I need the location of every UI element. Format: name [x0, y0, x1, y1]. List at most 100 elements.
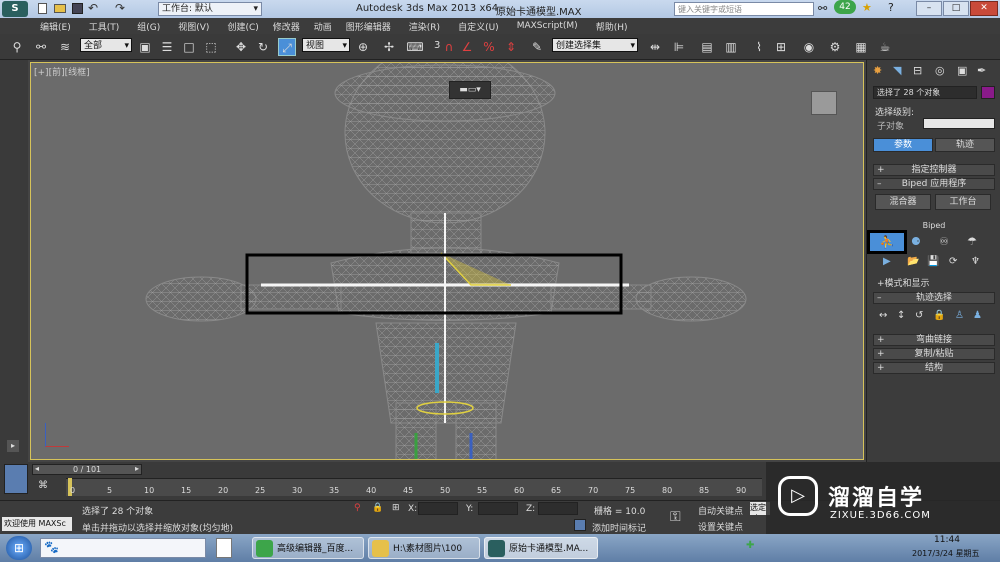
utilities-tab-icon[interactable]: ✒	[977, 64, 986, 77]
menu-edit[interactable]: 编辑(E)	[26, 20, 71, 33]
viewport-nav-widget[interactable]: ▬▭▾	[449, 81, 491, 99]
key-icon[interactable]: ⚿	[670, 509, 681, 525]
task-explorer[interactable]: H:\素材图片\100	[368, 537, 480, 559]
select-by-name-icon[interactable]: ☰	[158, 38, 176, 56]
tab-params[interactable]: 参数	[873, 138, 933, 152]
motion-tab-icon[interactable]: ◎	[935, 64, 945, 77]
figure-mode-button[interactable]: ⛹	[867, 230, 907, 254]
schematic-view-icon[interactable]: ⊞	[772, 38, 790, 56]
motion-flow-icon[interactable]: ♾	[939, 235, 949, 248]
set-key-button[interactable]: 设置关键点	[698, 520, 743, 533]
clock-date[interactable]: 2017/3/24 星期五	[912, 548, 980, 559]
named-selection-dropdown[interactable]: 创建选择集	[552, 38, 638, 53]
layer-manager-icon[interactable]: ▤	[698, 38, 716, 56]
object-color-swatch[interactable]	[981, 86, 995, 99]
window-crossing-icon[interactable]: ⬚	[202, 38, 220, 56]
render-setup-icon[interactable]: ⚙	[826, 38, 844, 56]
percent-snap-icon[interactable]: %	[480, 38, 498, 56]
menu-tools[interactable]: 工具(T)	[71, 20, 120, 33]
reference-coord-dropdown[interactable]: 视图	[302, 38, 350, 53]
time-slider[interactable]: ◂ 0 / 101 ▸	[32, 464, 142, 475]
search-input[interactable]: 键入关键字或短语	[674, 2, 814, 16]
redo-icon[interactable]: ↷	[115, 1, 125, 15]
hierarchy-tab-icon[interactable]: ⊟	[913, 64, 922, 77]
pinned-doc-icon[interactable]	[216, 538, 232, 558]
rollout-copy-paste[interactable]: + 复制/粘贴	[873, 348, 995, 360]
menu-rendering[interactable]: 渲染(R)	[391, 20, 440, 33]
maximize-button[interactable]: □	[943, 1, 969, 16]
auto-key-button[interactable]: 自动关键点	[698, 504, 743, 517]
keyboard-shortcut-icon[interactable]: ⌨	[406, 38, 424, 56]
edit-named-selection-icon[interactable]: ✎	[528, 38, 546, 56]
selection-filter-dropdown[interactable]: 全部	[80, 38, 132, 53]
mixer-button[interactable]: 混合器	[875, 194, 931, 210]
task-3dsmax[interactable]: 原始卡通模型.MA...	[484, 537, 598, 559]
task-browser[interactable]: 高级编辑器_百度...	[252, 537, 364, 559]
rollout-structure[interactable]: + 结构	[873, 362, 995, 374]
sub-object-dropdown[interactable]	[923, 118, 995, 129]
scale-icon[interactable]: ⤢	[278, 38, 296, 56]
binoculars-icon[interactable]: ⚯	[818, 2, 827, 15]
opposite-icon[interactable]: ♟	[973, 310, 982, 321]
absolute-mode-icon[interactable]: ⊞	[392, 503, 400, 513]
rotate-icon[interactable]: ↻	[254, 38, 272, 56]
modify-tab-icon[interactable]: ◥	[893, 64, 901, 77]
symmetrical-icon[interactable]: ♙	[955, 310, 964, 321]
convert-icon[interactable]: ⟳	[949, 256, 957, 267]
notification-badge[interactable]: 42	[834, 0, 856, 14]
rectangle-selection-icon[interactable]: □	[180, 38, 198, 56]
snaps-toggle-icon[interactable]: ∩	[440, 38, 458, 56]
close-button[interactable]: ✕	[970, 1, 998, 16]
link-icon[interactable]: ⚲	[8, 38, 26, 56]
unlink-icon[interactable]: ⚯	[32, 38, 50, 56]
body-rotation-icon[interactable]: ↺	[915, 310, 923, 321]
rollout-track-selection[interactable]: – 轨迹选择	[873, 292, 995, 304]
prev-frame-icon[interactable]: ◂	[35, 464, 39, 473]
tab-track[interactable]: 轨迹	[935, 138, 995, 152]
add-time-tag[interactable]: 添加时间标记	[592, 521, 646, 534]
mirror-icon[interactable]: ⇹	[646, 38, 664, 56]
help-icon[interactable]: ?	[888, 1, 894, 14]
bind-space-warp-icon[interactable]: ≋	[56, 38, 74, 56]
front-viewport[interactable]: [+][前][线框] ▬▭▾	[30, 62, 864, 460]
menu-help[interactable]: 帮助(H)	[578, 20, 628, 33]
clock-time[interactable]: 11:44	[934, 535, 960, 545]
lock-cob-icon[interactable]: 🔒	[933, 310, 945, 321]
rollout-assign-controller[interactable]: + 指定控制器	[873, 164, 995, 176]
menu-group[interactable]: 组(G)	[119, 20, 160, 33]
biped-playback-icon[interactable]: ▶	[883, 256, 891, 267]
isolate-icon[interactable]: ⚲	[354, 503, 361, 513]
x-coordinate-field[interactable]	[418, 502, 458, 515]
z-coordinate-field[interactable]	[538, 502, 578, 515]
star-icon[interactable]: ★	[862, 1, 872, 14]
save-icon[interactable]	[72, 3, 83, 14]
display-tab-icon[interactable]: ▣	[957, 64, 967, 77]
lock-selection-icon[interactable]: 🔒	[372, 503, 383, 513]
menu-maxscript[interactable]: MAXScript(M)	[499, 21, 578, 31]
y-coordinate-field[interactable]	[478, 502, 518, 515]
save-file-icon[interactable]: 💾	[927, 256, 939, 267]
mode-display-toggle[interactable]: +模式和显示	[877, 276, 930, 289]
align-icon[interactable]: ⊫	[670, 38, 688, 56]
mini-curve-editor-button[interactable]	[4, 464, 28, 494]
graphite-tools-icon[interactable]: ▥	[722, 38, 740, 56]
workbench-button[interactable]: 工作台	[935, 194, 991, 210]
viewcube-icon[interactable]	[811, 91, 837, 115]
body-horizontal-icon[interactable]: ↔	[879, 310, 887, 321]
workspace-dropdown[interactable]: 工作台: 默认 ▾	[158, 2, 262, 16]
maxscript-listener[interactable]: 欢迎使用 MAXSc	[2, 517, 72, 531]
start-button[interactable]: ⊞	[6, 536, 32, 560]
footstep-mode-icon[interactable]: ⚈	[911, 235, 921, 248]
undo-icon[interactable]: ↶	[88, 1, 98, 15]
new-file-icon[interactable]	[38, 3, 47, 14]
select-manipulate-icon[interactable]: ✢	[380, 38, 398, 56]
pivot-center-icon[interactable]: ⊕	[354, 38, 372, 56]
input-method-bar[interactable]	[40, 538, 206, 558]
move-all-icon[interactable]: ♆	[971, 256, 980, 267]
rollout-bend-links[interactable]: + 弯曲链接	[873, 334, 995, 346]
move-icon[interactable]: ✥	[232, 38, 250, 56]
open-file-icon[interactable]	[54, 4, 66, 13]
menu-create[interactable]: 创建(C)	[209, 20, 258, 33]
expand-arrow-icon[interactable]: ▸	[7, 440, 19, 452]
track-bar[interactable]	[66, 478, 762, 496]
